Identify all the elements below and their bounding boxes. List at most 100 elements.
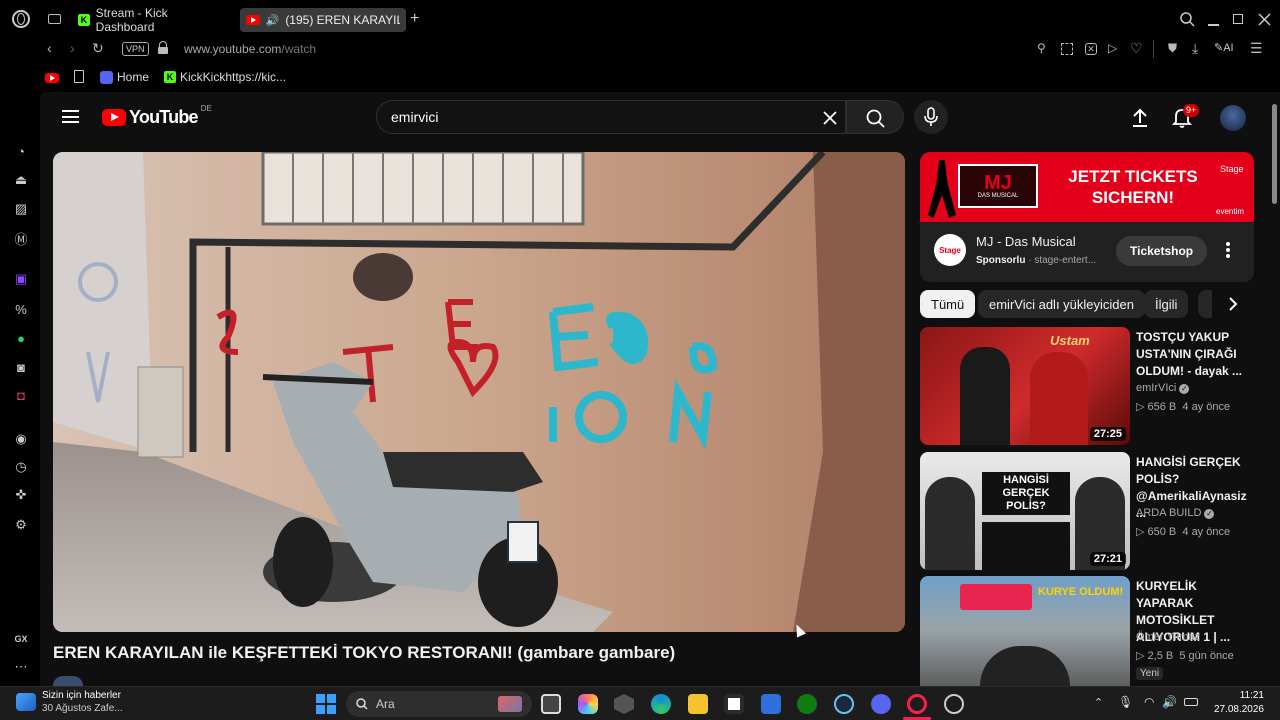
search-button[interactable] (846, 100, 904, 134)
url-domain: www.youtube.com (184, 42, 282, 56)
upload-age: 4 ay önce (1182, 401, 1231, 413)
video-player[interactable] (53, 152, 905, 632)
windows-start-icon[interactable] (316, 694, 336, 714)
tab-menu-icon[interactable] (48, 14, 61, 24)
app-blue-icon[interactable] (761, 694, 781, 714)
battery-icon[interactable] (1184, 698, 1198, 706)
easy-setup-icon[interactable]: ☰ (1250, 38, 1263, 58)
snapshot-icon[interactable] (1061, 43, 1073, 55)
chip-all[interactable]: Tümü (920, 290, 976, 318)
bookmark-home[interactable]: Home (100, 70, 149, 84)
recommendation-thumbnail[interactable]: Ustam 27:25 (920, 327, 1130, 445)
pin-icon[interactable]: ⚲ (1037, 38, 1046, 58)
vpn-badge[interactable]: VPN (122, 42, 149, 56)
ad-more-options-icon[interactable] (1226, 238, 1230, 262)
opera-gx-taskbar-icon[interactable] (907, 694, 927, 714)
profile-icon[interactable]: ⛊ (1168, 38, 1177, 58)
percent-icon[interactable]: % (12, 300, 30, 318)
wifi-icon[interactable]: ◠ (1144, 695, 1154, 709)
recommendation-item[interactable]: KURYE OLDUM! KURYELİK YAPARAK MOTOSİKLET… (920, 576, 1254, 686)
extensions-icon[interactable]: ✜ (12, 486, 30, 504)
ai-button[interactable]: ✎AI (1214, 41, 1234, 54)
back-icon[interactable]: ‹ (47, 38, 52, 58)
youtube-logo[interactable]: YouTube DE (102, 104, 212, 128)
upload-icon[interactable] (1131, 108, 1149, 128)
page-scrollbar-thumb[interactable] (1272, 104, 1277, 204)
recommendation-thumbnail[interactable]: KURYE OLDUM! (920, 576, 1130, 686)
ad-cta-button[interactable]: Ticketshop (1116, 236, 1208, 266)
hamburger-menu-icon[interactable] (62, 110, 79, 123)
edge-icon[interactable] (651, 694, 671, 714)
player-icon[interactable]: ▷ (1108, 38, 1117, 58)
chip-label: İlgili (1155, 296, 1178, 312)
search-tabs-icon[interactable] (1180, 12, 1195, 27)
chip-related[interactable]: İlgili (1144, 290, 1189, 318)
news-widget[interactable]: Sizin için haberler 30 Ağustos Zafe... (16, 689, 123, 715)
spotify-icon[interactable]: ◉ (12, 430, 30, 448)
taskbar-search[interactable]: Ara (346, 691, 532, 717)
view-count: 656 B (1147, 401, 1177, 413)
new-tab-button[interactable]: + (410, 10, 419, 28)
discord-icon[interactable]: ◙ (12, 358, 30, 376)
adblock-icon[interactable]: ✕ (1085, 43, 1097, 55)
settings-icon[interactable]: ⚙ (12, 516, 30, 534)
bookmark-kick[interactable]: K KickKickhttps://kic... (164, 70, 286, 84)
video-title: EREN KARAYILAN ile KEŞFETTEKİ TOKYO REST… (53, 643, 676, 662)
ad-meta: Sponsorlu · stage-entert... (976, 255, 1097, 266)
youtube-bookmark-icon[interactable] (45, 73, 59, 83)
volume-icon[interactable]: 🔊 (1162, 695, 1177, 709)
avatar[interactable] (1220, 105, 1246, 131)
file-explorer-icon[interactable] (688, 694, 708, 714)
speaker-icon[interactable]: 🔊 (266, 14, 280, 27)
history-icon[interactable]: ◷ (12, 458, 30, 476)
page-bookmark-icon[interactable] (74, 70, 84, 83)
task-view-icon[interactable] (541, 694, 561, 714)
gx-control-icon[interactable]: ⏏ (12, 171, 30, 189)
tab-kick-dashboard[interactable]: K Stream - Kick Dashboard (72, 6, 232, 34)
url-field[interactable]: www.youtube.com/watch (184, 42, 316, 56)
duration-badge: 27:25 (1089, 427, 1126, 441)
home-bookmark-icon (100, 70, 113, 84)
opera-menu-icon[interactable] (12, 10, 30, 28)
recommendation-thumbnail[interactable]: HANGİSİ GERÇEK POLİS? 27:21 (920, 452, 1130, 570)
tray-chevron-icon[interactable]: ⌃ (1094, 696, 1103, 709)
minimize-button[interactable] (1208, 24, 1219, 26)
ad-banner[interactable]: MJ DAS MUSICAL JETZT TICKETS SICHERN! St… (920, 152, 1254, 222)
clock-date: 27.08.2026 (1213, 704, 1264, 715)
opera-taskbar-icon[interactable] (944, 694, 964, 714)
restore-button[interactable] (1233, 14, 1243, 24)
discord-taskbar-icon[interactable] (871, 694, 891, 714)
recommendation-item[interactable]: Ustam 27:25 TOSTÇU YAKUP USTA'NIN ÇIRAĞI… (920, 327, 1254, 445)
lock-icon[interactable] (158, 41, 168, 54)
clear-search-icon[interactable] (823, 111, 837, 125)
aria-icon[interactable]: ◔ (12, 142, 30, 160)
steam-icon[interactable] (834, 694, 854, 714)
instagram-icon[interactable]: ◘ (12, 386, 30, 404)
reload-icon[interactable]: ↻ (92, 38, 104, 58)
heart-icon[interactable]: ♡ (1130, 38, 1143, 58)
more-icon[interactable]: ⋯ (12, 658, 30, 676)
chips-next-arrow-icon[interactable] (1226, 296, 1240, 312)
copilot-icon[interactable] (578, 694, 598, 714)
recommendation-item[interactable]: HANGİSİ GERÇEK POLİS? 27:21 HANGİSİ GERÇ… (920, 452, 1254, 570)
notifications-button[interactable]: 9+ (1171, 104, 1200, 129)
download-icon[interactable]: ⤓ (1192, 38, 1198, 58)
forward-icon[interactable]: › (70, 38, 75, 58)
chip-from-uploader[interactable]: emirVici adlı yükleyiciden (978, 290, 1145, 318)
app-hexagon-icon[interactable] (614, 694, 634, 714)
twitch-icon[interactable]: ▣ (12, 270, 30, 288)
search-input[interactable]: emirvici (376, 100, 846, 134)
close-window-button[interactable] (1258, 13, 1271, 26)
ad-info-card[interactable]: Stage MJ - Das Musical Sponsorlu · stage… (920, 222, 1254, 282)
chip-next-peek (1198, 290, 1212, 318)
bookmark-label: Home (117, 70, 150, 84)
tray-mic-icon[interactable]: 🎙 (1118, 695, 1133, 709)
tab-youtube-video[interactable]: 🔊 (195) EREN KARAYILAN (240, 8, 406, 32)
whatsapp-icon[interactable]: ● (12, 329, 30, 347)
xbox-icon[interactable] (797, 694, 817, 714)
gx-cleaner-icon[interactable]: ▨ (12, 200, 30, 218)
mail-icon[interactable]: Ⓜ (12, 229, 30, 247)
clock[interactable]: 11:21 27.08.2026 (1208, 689, 1264, 717)
store-icon[interactable] (724, 694, 744, 714)
voice-search-button[interactable] (914, 100, 948, 134)
